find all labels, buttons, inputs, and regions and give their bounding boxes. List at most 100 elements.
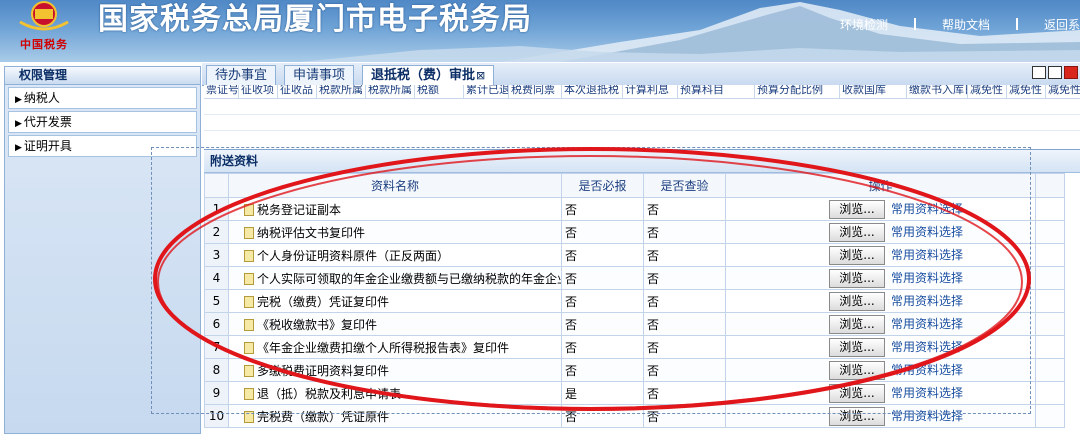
common-material-link[interactable]: 常用资料选择: [891, 317, 963, 331]
required-cell: 否: [561, 404, 644, 428]
ops-cell: 浏览... 常用资料选择: [725, 312, 1036, 336]
material-name: 《税收缴款书》复印件: [257, 317, 378, 332]
return-link[interactable]: 返回系: [1044, 16, 1080, 33]
table-row: 7 《年金企业缴费扣缴个人所得税报告表》复印件 否否 浏览... 常用资料选择: [204, 335, 1065, 359]
env-check-link[interactable]: 环境检测: [840, 16, 888, 33]
tab-bar: 待办事宜 申请事项 退抵税（费）审批⊠: [202, 63, 1080, 86]
material-name: 完税费（缴款）凭证原件: [257, 409, 390, 424]
spacer-cell: [1035, 358, 1065, 382]
grid-row: [204, 115, 1080, 131]
table-row: 8 多缴税费证明资料复印件 否否 浏览... 常用资料选择: [204, 358, 1065, 382]
grid-column-header: 税款所属: [366, 85, 415, 98]
tab-refund-approval[interactable]: 退抵税（费）审批⊠: [362, 65, 495, 86]
material-name: 多缴税费证明资料复印件: [257, 363, 390, 378]
tab-pending[interactable]: 待办事宜: [206, 65, 277, 85]
browse-button[interactable]: 浏览...: [829, 314, 885, 334]
browse-button[interactable]: 浏览...: [829, 245, 885, 265]
browse-button[interactable]: 浏览...: [829, 337, 885, 357]
table-row: 4 个人实际可领取的年金企业缴费额与已缴纳税款的年金企业缴否否浏览... 常用资料选…: [204, 266, 1065, 290]
grid-column-header: 征收品: [278, 85, 317, 98]
material-name-cell: 个人身份证明资料原件（正反两面）: [228, 243, 562, 267]
grid-header: 票证号 征收项 征收品 税款所属 税款所属 税额 累计已退税费同票 本次退抵税 计算利息 预算科目…: [204, 85, 1080, 99]
checked-cell: 否: [643, 404, 726, 428]
ops-cell: 浏览... 常用资料选择: [725, 220, 1036, 244]
ops-cell: 浏览... 常用资料选择: [725, 335, 1036, 359]
material-name: 个人实际可领取的年金企业缴费额与已缴纳税款的年金企业缴: [257, 271, 562, 286]
document-icon: [244, 295, 254, 308]
grid-column-header: 税额: [415, 85, 464, 98]
row-number: 2: [204, 220, 229, 244]
sidebar-item-taxpayer[interactable]: ▶ 纳税人: [8, 87, 197, 109]
common-material-link[interactable]: 常用资料选择: [891, 248, 963, 262]
checked-cell: 否: [643, 289, 726, 313]
tab-applications[interactable]: 申请事项: [284, 65, 355, 85]
spacer-cell: [1035, 197, 1065, 221]
browse-button[interactable]: 浏览...: [829, 199, 885, 219]
material-name-cell: 完税（缴费）凭证复印件: [228, 289, 562, 313]
maximize-icon[interactable]: [1048, 66, 1062, 79]
row-number: 1: [204, 197, 229, 221]
material-name-cell: 退（抵）税款及利息申请表: [228, 381, 562, 405]
header-ops: 操作: [725, 173, 1036, 198]
sidebar-item-label: 证明开具: [23, 139, 72, 153]
common-material-link[interactable]: 常用资料选择: [891, 202, 963, 216]
grid-column-header: 收款国库: [840, 85, 907, 98]
header-checked: 是否查验: [643, 173, 726, 198]
sidebar-item-invoice[interactable]: ▶ 代开发票: [8, 111, 197, 133]
site-header: 中国税务 国家税务总局厦门市电子税务局 环境检测 帮助文档 返回系: [0, 0, 1080, 62]
grid-column-header: 减免性: [1007, 85, 1046, 98]
grid-column-header: 减免性: [968, 85, 1007, 98]
document-icon: [244, 203, 254, 216]
browse-button[interactable]: 浏览...: [829, 360, 885, 380]
spacer-cell: [1035, 243, 1065, 267]
grid-column-header: 预算科目: [678, 85, 755, 98]
material-name: 个人身份证明资料原件（正反两面）: [257, 248, 450, 263]
required-cell: 否: [561, 266, 644, 290]
browse-button[interactable]: 浏览...: [829, 268, 885, 288]
browse-button[interactable]: 浏览...: [829, 291, 885, 311]
restore-icon[interactable]: [1032, 66, 1046, 79]
grid-column-header: 累计已退: [466, 85, 509, 98]
required-cell: 否: [561, 197, 644, 221]
document-icon: [244, 249, 254, 262]
site-title: 国家税务总局厦门市电子税务局: [98, 2, 532, 37]
row-number: 10: [204, 404, 229, 428]
grid-column-header: 计算利息: [623, 85, 678, 98]
refund-detail-grid: 票证号 征收项 征收品 税款所属 税款所属 税额 累计已退税费同票 本次退抵税 计算利息 预算科目…: [204, 85, 1080, 131]
top-links: 环境检测 帮助文档 返回系: [840, 16, 1080, 33]
document-icon: [244, 387, 254, 400]
browse-button[interactable]: 浏览...: [829, 383, 885, 403]
common-material-link[interactable]: 常用资料选择: [891, 225, 963, 239]
material-name-cell: 纳税评估文书复印件: [228, 220, 562, 244]
document-icon: [244, 272, 254, 285]
row-number: 5: [204, 289, 229, 313]
grid-column-header: 征收项: [239, 85, 278, 98]
browse-button[interactable]: 浏览...: [829, 222, 885, 242]
common-material-link[interactable]: 常用资料选择: [891, 386, 963, 400]
common-material-link[interactable]: 常用资料选择: [891, 294, 963, 308]
material-name: 退（抵）税款及利息申请表: [257, 386, 402, 401]
required-cell: 是: [561, 381, 644, 405]
checked-cell: 否: [643, 312, 726, 336]
sidebar-item-certificate[interactable]: ▶ 证明开具: [8, 135, 197, 157]
sidebar-item-label: 纳税人: [23, 91, 60, 105]
tab-label: 退抵税（费）审批: [371, 68, 476, 83]
common-material-link[interactable]: 常用资料选择: [891, 409, 963, 423]
browse-button[interactable]: 浏览...: [829, 406, 885, 426]
help-docs-link[interactable]: 帮助文档: [942, 16, 990, 33]
spacer-cell: [1035, 312, 1065, 336]
table-row: 3 个人身份证明资料原件（正反两面） 否否 浏览... 常用资料选择: [204, 243, 1065, 267]
close-icon[interactable]: ⊠: [476, 69, 485, 82]
sidebar: 权限管理 ▶ 纳税人 ▶ 代开发票 ▶ 证明开具: [4, 66, 201, 434]
triangle-right-icon: ▶: [15, 95, 22, 105]
common-material-link[interactable]: 常用资料选择: [891, 340, 963, 354]
common-material-link[interactable]: 常用资料选择: [891, 363, 963, 377]
required-cell: 否: [561, 289, 644, 313]
table-row: 5 完税（缴费）凭证复印件 否否 浏览... 常用资料选择: [204, 289, 1065, 313]
common-material-link[interactable]: 常用资料选择: [891, 271, 963, 285]
table-header-row: 资料名称 是否必报 是否查验 操作: [204, 173, 1065, 198]
ops-cell: 浏览... 常用资料选择: [725, 243, 1036, 267]
close-window-icon[interactable]: [1064, 66, 1078, 79]
triangle-right-icon: ▶: [15, 119, 22, 129]
ops-cell: 浏览... 常用资料选择: [725, 197, 1036, 221]
